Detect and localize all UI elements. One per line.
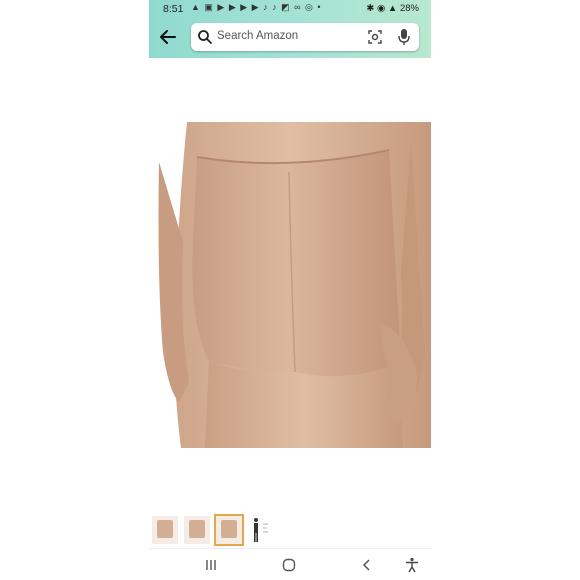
- product-photo-illustration: [149, 122, 431, 448]
- status-indicators: ✱ ◉ ▲ 28%: [366, 3, 419, 14]
- recents-icon[interactable]: [202, 557, 220, 573]
- status-time: 8:51: [163, 3, 184, 15]
- thumbnail-back[interactable]: [214, 514, 244, 546]
- search-icon: [198, 30, 212, 44]
- notification-icons: ▲ ▣ ▶ ▶ ▶ ▶ ♪ ♪ ◩ ∞ ◎ •: [191, 2, 322, 12]
- status-bar: 8:51 ▲ ▣ ▶ ▶ ▶ ▶ ♪ ♪ ◩ ∞ ◎ • ✱ ◉ ▲ 28%: [149, 0, 431, 18]
- thumbnail-front[interactable]: [152, 516, 178, 544]
- app-header: 8:51 ▲ ▣ ▶ ▶ ▶ ▶ ♪ ♪ ◩ ∞ ◎ • ✱ ◉ ▲ 28% S…: [149, 0, 431, 58]
- thumbnail-strip: [149, 512, 431, 548]
- camera-scan-icon[interactable]: [367, 29, 383, 45]
- back-icon[interactable]: [358, 557, 376, 573]
- thumbnail-side[interactable]: [184, 516, 210, 544]
- microphone-icon[interactable]: [397, 28, 411, 46]
- search-bar[interactable]: Search Amazon: [191, 23, 419, 51]
- system-nav-bar: [149, 548, 431, 580]
- back-arrow-icon[interactable]: [157, 26, 179, 48]
- amazon-app-screen: 8:51 ▲ ▣ ▶ ▶ ▶ ▶ ♪ ♪ ◩ ∞ ◎ • ✱ ◉ ▲ 28% S…: [149, 0, 431, 580]
- product-main-image[interactable]: [149, 122, 431, 448]
- home-icon[interactable]: [280, 557, 298, 573]
- accessibility-icon[interactable]: [403, 557, 421, 573]
- thumbnail-size-chart[interactable]: [248, 516, 274, 544]
- search-input[interactable]: Search Amazon: [217, 30, 298, 42]
